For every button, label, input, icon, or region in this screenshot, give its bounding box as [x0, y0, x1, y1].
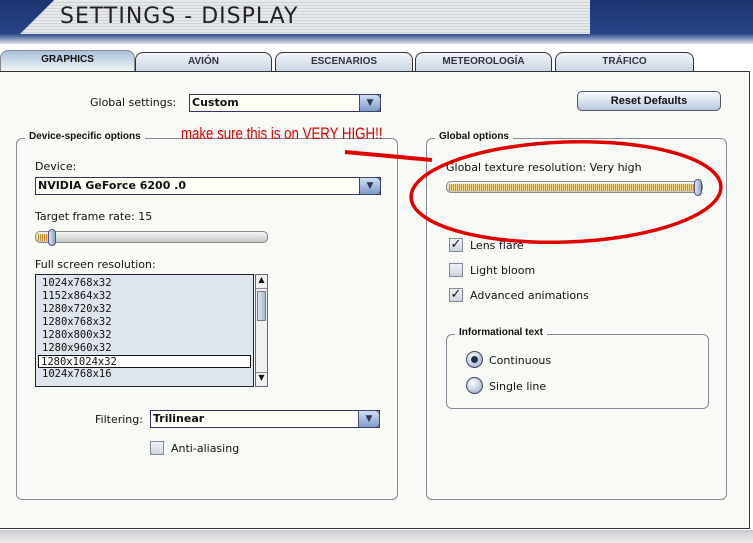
resolution-label: Full screen resolution: — [35, 258, 156, 271]
antialiasing-checkbox[interactable] — [150, 441, 164, 455]
chevron-down-icon[interactable]: ▼ — [358, 410, 380, 428]
scroll-up-icon[interactable]: ▲ — [256, 275, 267, 289]
slider-thumb[interactable] — [48, 229, 56, 246]
page-title: SETTINGS - DISPLAY — [60, 4, 299, 29]
tab-meteorologia[interactable]: METEOROLOGÍA — [415, 52, 552, 71]
chevron-down-icon[interactable]: ▼ — [359, 177, 381, 195]
continuous-radio[interactable] — [466, 351, 483, 368]
informational-text-legend: Informational text — [455, 327, 547, 338]
tab-avion[interactable]: AVIÓN — [135, 52, 272, 71]
device-label: Device: — [35, 160, 77, 173]
continuous-label: Continuous — [489, 354, 552, 367]
tab-graphics[interactable]: GRAPHICS — [0, 50, 135, 72]
resolution-scrollbar[interactable]: ▲ ▼ — [255, 274, 268, 387]
lens-flare-label: Lens flare — [470, 239, 524, 252]
frame-rate-slider[interactable] — [35, 229, 268, 246]
list-item-selected[interactable]: 1280x1024x32 — [38, 355, 251, 368]
texture-slider[interactable] — [446, 179, 703, 196]
slider-thumb[interactable] — [694, 179, 702, 196]
light-bloom-label: Light bloom — [470, 264, 536, 277]
annotation-text: make sure this is on VERY HIGH!! — [181, 124, 383, 143]
global-options-legend: Global options — [435, 131, 513, 142]
informational-text-group: Informational text — [446, 327, 709, 409]
device-options-legend: Device-specific options — [25, 131, 145, 142]
list-item[interactable]: 1024x768x32 — [38, 277, 251, 290]
global-settings-value: Custom — [192, 96, 239, 109]
filtering-value: Trilinear — [153, 412, 205, 425]
slider-fill — [449, 184, 696, 191]
list-item[interactable]: 1280x960x32 — [38, 342, 251, 355]
advanced-animations-checkbox[interactable]: ✓ — [449, 288, 463, 302]
list-item[interactable]: 1152x864x32 — [38, 290, 251, 303]
lens-flare-checkbox[interactable]: ✓ — [449, 238, 463, 252]
filtering-label: Filtering: — [95, 413, 143, 426]
bottom-bar — [0, 530, 753, 543]
light-bloom-checkbox[interactable] — [449, 263, 463, 277]
device-value: NVIDIA GeForce 6200 .0 — [38, 179, 187, 192]
tab-trafico[interactable]: TRÁFICO — [555, 52, 694, 71]
chevron-down-icon[interactable]: ▼ — [359, 94, 381, 112]
header: SETTINGS - DISPLAY — [0, 0, 753, 44]
global-settings-label: Global settings: — [90, 96, 177, 109]
single-line-radio[interactable] — [466, 377, 483, 394]
global-settings-select[interactable]: Custom ▼ — [189, 94, 381, 112]
list-item[interactable]: 1024x768x16 — [38, 368, 251, 381]
filtering-select[interactable]: Trilinear ▼ — [150, 410, 380, 428]
frame-rate-label: Target frame rate: 15 — [35, 210, 153, 223]
reset-defaults-button[interactable]: Reset Defaults — [577, 91, 721, 111]
antialiasing-label: Anti-aliasing — [171, 442, 240, 455]
tab-bar: GRAPHICS AVIÓN ESCENARIOS METEOROLOGÍA T… — [0, 50, 753, 72]
list-item[interactable]: 1280x720x32 — [38, 303, 251, 316]
tab-escenarios[interactable]: ESCENARIOS — [275, 52, 413, 71]
resolution-list[interactable]: 1024x768x32 1152x864x32 1280x720x32 1280… — [35, 274, 254, 387]
header-divider — [0, 34, 753, 44]
scroll-thumb[interactable] — [257, 291, 266, 321]
list-item[interactable]: 1280x800x32 — [38, 329, 251, 342]
advanced-animations-label: Advanced animations — [470, 289, 589, 302]
scroll-down-icon[interactable]: ▼ — [256, 372, 267, 386]
texture-label: Global texture resolution: Very high — [446, 161, 642, 174]
device-select[interactable]: NVIDIA GeForce 6200 .0 ▼ — [35, 177, 381, 195]
list-item[interactable]: 1280x768x32 — [38, 316, 251, 329]
single-line-label: Single line — [489, 380, 547, 393]
